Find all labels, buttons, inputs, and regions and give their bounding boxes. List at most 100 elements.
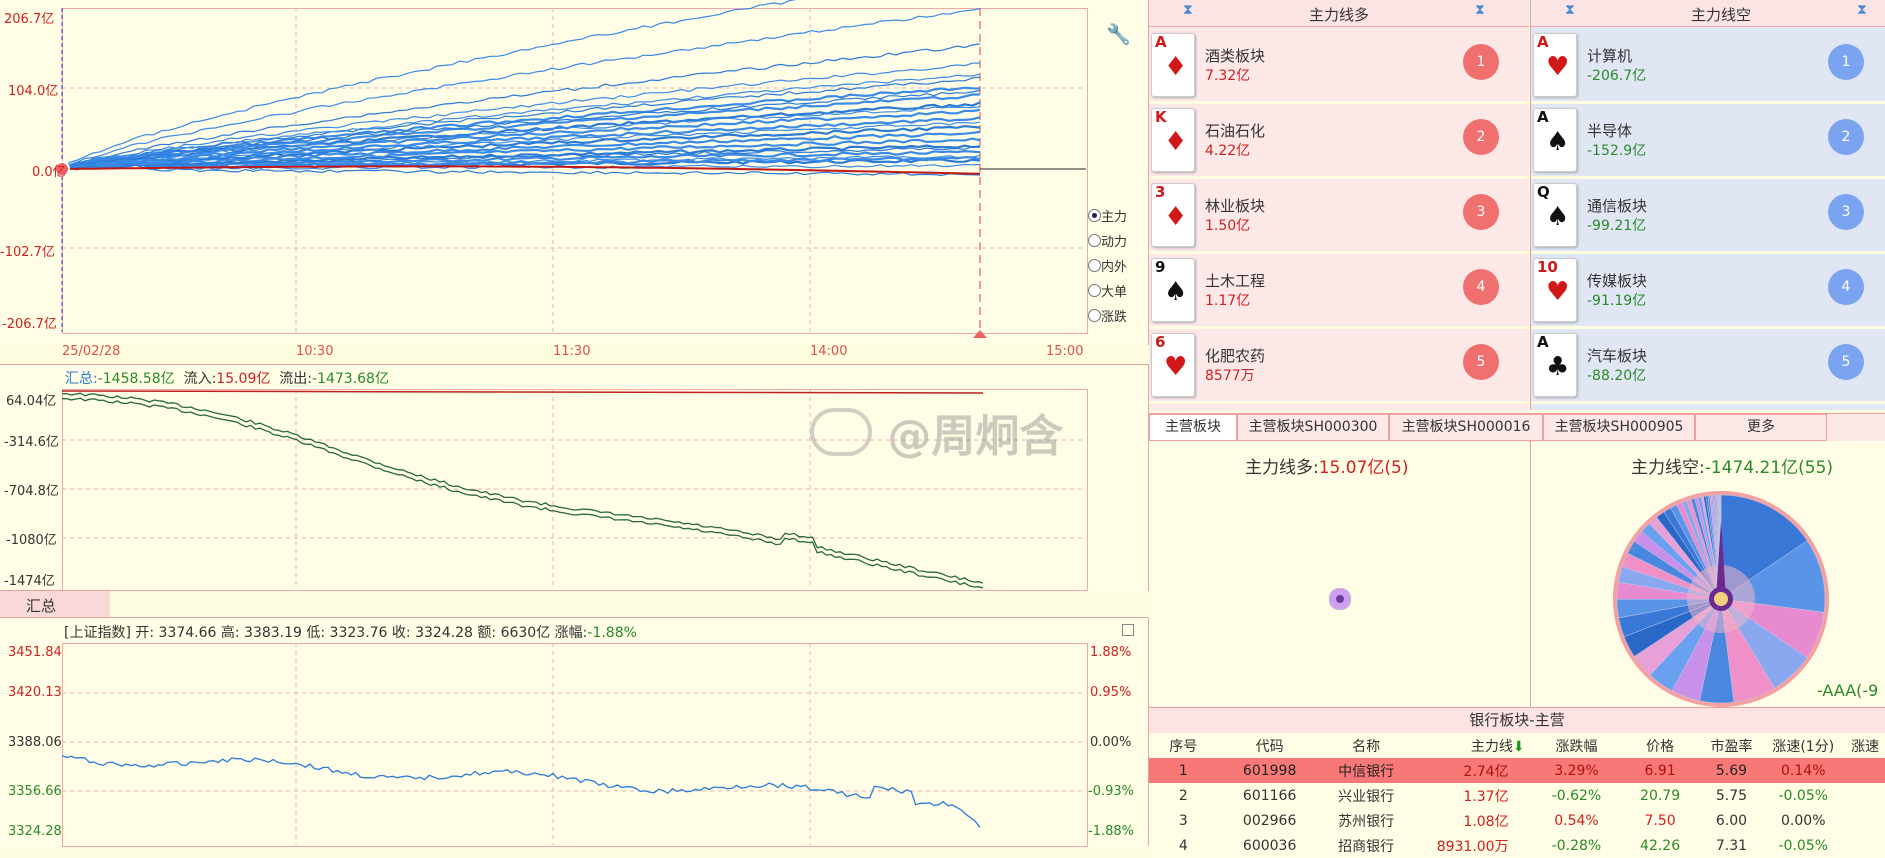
playing-card-icon: A ♠ [1533,108,1577,172]
long-pie-dot [1329,588,1351,610]
table-row[interactable]: 1 601998 中信银行 2.74亿 3.29% 6.91 5.69 0.14% [1149,758,1885,783]
tab-more[interactable]: 更多 [1695,414,1827,441]
rank-item[interactable]: 3 ♦ 林业板块 1.50亿 3 [1149,179,1529,254]
rank-item[interactable]: A ♦ 酒类板块 7.32亿 1 [1149,29,1529,104]
rank-item[interactable]: A ♠ 半导体 -152.9亿 2 [1531,104,1885,179]
table-cell: -0.62% [1551,787,1602,804]
rank-item[interactable]: 6 ♥ 化肥农药 8577万 5 [1149,329,1529,404]
card-rank: A [1537,33,1549,51]
card-suit: ♠ [1546,127,1570,157]
rank-item[interactable]: K ♦ 石油石化 4.22亿 2 [1149,104,1529,179]
table-cell: 5.69 [1715,762,1748,779]
index-price-line [61,755,981,828]
collapse-icon[interactable]: ⧗ [1565,2,1575,18]
table-cell: 601998 [1242,762,1297,779]
main-y-tick: -102.7亿 [0,245,55,260]
summary-line [61,389,1086,589]
summary-y-tick: -314.6亿 [4,435,59,450]
pie-footer-label: -AAA(-9 [1817,681,1879,700]
table-cell: 1.08亿 [1463,813,1509,830]
end-marker [973,330,987,338]
table-cell: 0.00% [1781,812,1826,829]
summary-y-tick: -704.8亿 [4,484,59,499]
card-rank: 6 [1155,333,1166,351]
card-suit: ♦ [1164,202,1188,232]
table-cell: 1 [1178,762,1188,779]
card-rank: A [1537,108,1549,126]
index-y-right: -0.93% [1088,784,1134,799]
rank-item[interactable]: A ♣ 汽车板块 -88.20亿 5 [1531,329,1885,404]
table-row[interactable]: 3 002966 苏州银行 1.08亿 0.54% 7.50 6.00 0.00% [1149,808,1885,833]
index-y-left: 3388.06 [8,735,62,750]
index-y-left: 3451.84 [8,645,62,660]
table-cell: 1.37亿 [1463,788,1509,805]
rank-item[interactable]: 9 ♠ 土木工程 1.17亿 4 [1149,254,1529,329]
tab-sh000300[interactable]: 主营板块SH000300 [1237,414,1389,441]
pie-hub-center [1714,592,1728,606]
index-y-left: 3420.13 [8,685,62,700]
playing-card-icon: Q ♠ [1533,183,1577,247]
table-cell: -0.05% [1778,787,1829,804]
main-x-tick: 15:00 [1046,344,1084,359]
table-cell: 兴业银行 [1338,788,1395,805]
card-rank: 10 [1537,258,1558,276]
radio-dongli[interactable]: 动力 [1088,231,1148,256]
table-cell: 002966 [1242,812,1297,829]
rank-badge: 2 [1463,119,1499,155]
sector-value: 1.50亿 [1205,218,1251,234]
tab-sh000016[interactable]: 主营板块SH000016 [1389,414,1543,441]
collapse-icon[interactable]: ⧗ [1857,2,1867,18]
table-row[interactable]: 2 601166 兴业银行 1.37亿 -0.62% 20.79 5.75 -0.05% [1149,783,1885,808]
playing-card-icon: A ♦ [1151,33,1195,97]
radio-zhuli[interactable]: 主力 [1088,206,1148,231]
radio-neiwai[interactable]: 内外 [1088,256,1148,281]
rank-item[interactable]: Q ♠ 通信板块 -99.21亿 3 [1531,179,1885,254]
wrench-icon[interactable]: 🔧 [1106,22,1131,46]
card-rank: K [1155,108,1167,126]
sector-name: 林业板块 [1205,197,1266,215]
sector-name: 通信板块 [1587,197,1648,215]
main-x-tick: 25/02/28 [62,344,121,359]
card-rank: A [1155,33,1167,51]
main-x-tick: 10:30 [296,344,334,359]
playing-card-icon: A ♥ [1533,33,1577,97]
playing-card-icon: A ♣ [1533,333,1577,397]
radio-dadan[interactable]: 大单 [1088,281,1148,306]
tab-zhuying[interactable]: 主营板块 [1149,414,1237,441]
index-line [61,643,1086,845]
summary-chart: 汇总:-1458.58亿 流入:15.09亿 流出:-1473.68亿 64.0… [0,364,1149,591]
card-suit: ♠ [1546,202,1570,232]
short-pie-panel: 主力线空:-1474.21亿(55) -AAA(-9 [1530,441,1885,707]
table-cell: 7.50 [1644,812,1676,829]
table-cell: 6.91 [1644,762,1676,779]
rank-item[interactable]: 10 ♥ 传媒板块 -91.19亿 4 [1531,254,1885,329]
long-panel-header: ⧗ 主力线多 ⧗ [1149,0,1529,27]
card-rank: A [1537,333,1549,351]
table-cell: 3 [1178,812,1188,829]
table-cell: 6.00 [1715,812,1748,829]
sector-value: 7.32亿 [1205,68,1251,84]
table-cell: 中信银行 [1338,763,1395,780]
board-tabs: 主营板块 主营板块SH000300 主营板块SH000016 主营板块SH000… [1149,413,1885,442]
index-y-right: 0.00% [1090,735,1132,750]
tab-sh000905[interactable]: 主营板块SH000905 [1543,414,1695,441]
collapse-icon[interactable]: ⧗ [1475,2,1485,18]
sector-name: 土木工程 [1205,272,1266,290]
rank-item[interactable]: A ♥ 计算机 -206.7亿 1 [1531,29,1885,104]
sector-value: 1.17亿 [1205,293,1251,309]
rank-badge: 5 [1828,344,1864,380]
table-cell: 0.14% [1781,762,1826,779]
table-header: 序号 代码 名称 主力线⬇ 涨跌幅 价格 市盈率 涨速(1分) 涨速 [1169,738,1880,755]
radio-zhangdie[interactable]: 涨跌 [1088,306,1148,331]
collapse-icon[interactable]: ⧗ [1183,2,1193,18]
card-suit: ♥ [1546,52,1570,82]
rank-badge: 1 [1828,44,1864,80]
card-suit: ♥ [1546,277,1570,307]
main-x-tick: 14:00 [810,344,848,359]
summary-y-tick: -1080亿 [6,533,57,548]
sector-name: 酒类板块 [1205,47,1266,65]
playing-card-icon: 9 ♠ [1151,258,1195,322]
sector-name: 化肥农药 [1205,347,1266,365]
short-panel-header: ⧗ 主力线空 ⧗ [1530,0,1885,27]
summary-tab[interactable]: 汇总 [0,590,110,617]
